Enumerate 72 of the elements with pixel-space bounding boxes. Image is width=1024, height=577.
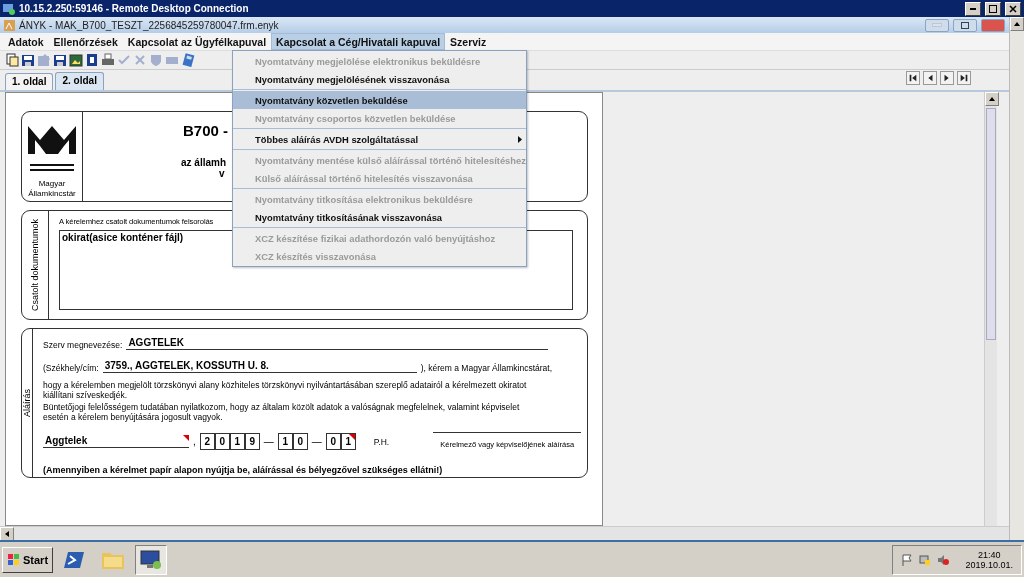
start-button[interactable]: Start bbox=[2, 546, 54, 573]
field-label: (Székhely/cím: bbox=[43, 363, 99, 373]
page-tab[interactable]: 2. oldal bbox=[55, 72, 104, 91]
digit-field[interactable]: 0 bbox=[214, 433, 230, 450]
menu-item[interactable]: Nyomtatvány titkosításának visszavonása bbox=[233, 208, 526, 226]
speaker-muted-icon[interactable] bbox=[937, 553, 950, 566]
menu-item[interactable]: Kapcsolat az Ügyfélkapuval bbox=[122, 33, 272, 50]
calculator-icon[interactable] bbox=[181, 53, 195, 67]
close-icon bbox=[1009, 4, 1017, 13]
menu-item[interactable]: Többes aláírás AVDH szolgáltatással bbox=[233, 130, 526, 148]
note-text: (Amennyiben a kérelmet papír alapon nyújtja be, aláírással és bélyegzővel szükséges ellátni!) bbox=[43, 465, 443, 475]
stamp-label: P.H. bbox=[373, 436, 390, 447]
request-text: ), kérem a Magyar Államkincstárat, bbox=[420, 363, 553, 373]
windows-logo-icon bbox=[7, 552, 21, 567]
menu-item[interactable]: Adatok bbox=[3, 33, 49, 50]
digit-field[interactable]: 0 bbox=[325, 433, 341, 450]
terminal-icon[interactable] bbox=[64, 549, 87, 570]
menu-item[interactable]: Kapcsolat a Cég/Hivatali kapuval bbox=[271, 33, 446, 50]
maximize-button[interactable] bbox=[953, 18, 977, 32]
triangle-icon bbox=[908, 73, 918, 83]
remote-desktop-icon bbox=[3, 2, 15, 15]
comma: , bbox=[193, 436, 196, 447]
up-arrow-icon bbox=[989, 97, 995, 101]
menu-item[interactable]: Nyomtatvány közvetlen beküldése bbox=[233, 91, 526, 109]
menu-item[interactable]: Ellenőrzések bbox=[48, 33, 123, 50]
clock-date: 2019.10.01. bbox=[965, 559, 1013, 570]
form-title: B700 - bbox=[183, 122, 229, 139]
maximize-icon bbox=[989, 4, 997, 13]
digit-field[interactable]: 1 bbox=[277, 433, 293, 450]
digit-field[interactable]: 0 bbox=[292, 433, 308, 450]
printer-icon[interactable] bbox=[101, 53, 115, 67]
app-icon bbox=[4, 19, 15, 31]
scrollbar-thumb[interactable] bbox=[986, 108, 996, 340]
form-subtitle: az államh bbox=[181, 157, 227, 168]
documents-icon[interactable] bbox=[5, 53, 19, 67]
page-tab[interactable]: 1. oldal bbox=[5, 73, 54, 90]
declaration-paragraph: Büntetőjogi felelősségem tudatában nyilatkozom, hogy az általam közölt adatok a valóságnak megfelelnek, valamint képviselet esetén a kérelem benyújtására jogosult vagyok. bbox=[43, 402, 521, 422]
section-label: Aláírás bbox=[22, 389, 32, 417]
previous-page-button[interactable] bbox=[923, 71, 937, 85]
digit-field[interactable]: 1 bbox=[340, 433, 356, 450]
window-title: 10.15.2.250:59146 - Remote Desktop Connection bbox=[19, 3, 250, 14]
form-subtitle: v bbox=[219, 168, 225, 179]
request-paragraph: hogy a kérelemben megjelölt törzskönyvi alany közhiteles törzskönyvi nyilvántartásában szereplő adatairól a kérelmezett okiratot kiállítani szíveskedjék. bbox=[43, 380, 528, 400]
window-title: ÁNYK - MAK_B700_TESZT_2256845259780047.frm.enyk bbox=[19, 19, 280, 31]
first-page-button[interactable] bbox=[906, 71, 920, 85]
menu-item[interactable]: Nyomtatvány megjelölésének visszavonása bbox=[233, 70, 526, 88]
address-field[interactable]: 3759., AGGTELEK, KOSSUTH U. 8. bbox=[102, 360, 417, 373]
menu-item[interactable]: Szerviz bbox=[445, 33, 492, 50]
organization-field[interactable]: AGGTELEK bbox=[126, 337, 549, 350]
book-icon[interactable] bbox=[85, 53, 99, 67]
last-page-button[interactable] bbox=[957, 71, 971, 85]
floppy-icon[interactable] bbox=[53, 53, 67, 67]
maximize-icon bbox=[961, 21, 969, 29]
logo-caption: Magyar Államkincstár bbox=[27, 179, 77, 199]
digit-field[interactable]: 9 bbox=[244, 433, 260, 450]
field-label: Szerv megnevezése: bbox=[43, 340, 123, 350]
place-field[interactable]: Aggtelek bbox=[43, 435, 189, 448]
digit-field[interactable]: 2 bbox=[199, 433, 215, 450]
clock-time: 21:40 bbox=[977, 549, 1001, 560]
picture-frame-icon[interactable] bbox=[69, 53, 83, 67]
digit-field[interactable]: 1 bbox=[229, 433, 245, 450]
date-separator: — bbox=[311, 436, 322, 447]
up-arrow-icon bbox=[1014, 22, 1020, 26]
section-label: Csatolt dokumentumok bbox=[30, 218, 40, 311]
minimize-icon bbox=[970, 7, 976, 10]
left-arrow-icon bbox=[5, 531, 9, 537]
floppy-icon[interactable] bbox=[21, 53, 35, 67]
date-separator: — bbox=[263, 436, 274, 447]
next-page-button[interactable] bbox=[940, 71, 954, 85]
flag-icon[interactable] bbox=[901, 553, 914, 566]
triangle-icon bbox=[959, 73, 969, 83]
monitor-icon[interactable] bbox=[139, 548, 164, 571]
